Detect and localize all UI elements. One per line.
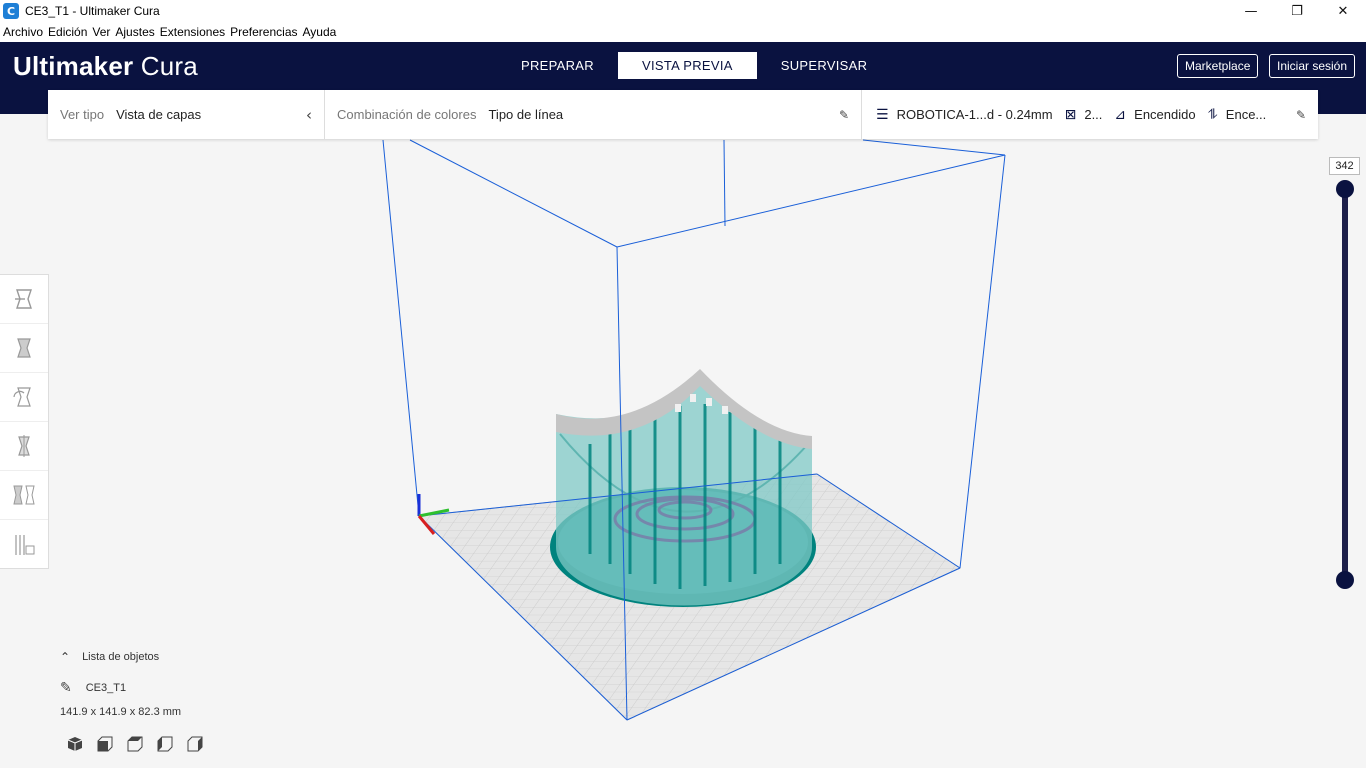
view-toolbar: Ver tipo Vista de capas ‹ Combinación de… — [48, 90, 1318, 139]
mirror-tool[interactable] — [0, 422, 48, 471]
color-scheme-selector[interactable]: Combinación de colores Tipo de línea ✎ — [325, 90, 862, 139]
print-settings-summary[interactable]: ☰ ROBOTICA-1...d - 0.24mm ⊠ 2... ⊿ Encen… — [862, 90, 1318, 139]
menu-ayuda[interactable]: Ayuda — [303, 25, 337, 39]
support-blocker-icon — [15, 534, 35, 555]
view-type-value: Vista de capas — [116, 107, 202, 122]
rotate-icon — [13, 387, 31, 407]
color-scheme-label: Combinación de colores — [337, 107, 477, 122]
tab-vista-previa[interactable]: VISTA PREVIA — [617, 52, 757, 79]
view-top-button[interactable] — [120, 734, 150, 754]
edit-settings-pencil-icon[interactable]: ✎ — [1296, 108, 1306, 122]
layer-slider-bottom-handle[interactable] — [1336, 571, 1354, 589]
marketplace-button[interactable]: Marketplace — [1177, 54, 1259, 78]
3d-viewport[interactable] — [0, 114, 1366, 768]
signin-button[interactable]: Iniciar sesión — [1269, 54, 1356, 78]
support-item: ⊿ Encendido — [1114, 107, 1195, 123]
adhesion-item: ⥮ Ence... — [1208, 107, 1267, 123]
chevron-left-icon[interactable]: ‹ — [306, 106, 312, 124]
cube-front-icon — [97, 736, 113, 752]
rotate-tool[interactable] — [0, 373, 48, 422]
object-name: CE3_T1 — [85, 682, 127, 694]
stage-tabs: PREPARAR VISTA PREVIA SUPERVISAR — [497, 52, 891, 79]
support-icon: ⊿ — [1114, 106, 1127, 123]
tab-supervisar[interactable]: SUPERVISAR — [757, 52, 892, 79]
infill-value: 2... — [1084, 107, 1103, 122]
per-model-settings-tool[interactable] — [0, 471, 48, 520]
pencil-icon: ✎ — [60, 680, 72, 696]
close-button[interactable]: ✕ — [1320, 0, 1366, 22]
move-tool[interactable] — [0, 275, 48, 324]
object-dimensions: 141.9 x 141.9 x 82.3 mm — [60, 706, 182, 718]
cube-right-icon — [187, 736, 203, 752]
cube-3d-icon — [67, 737, 83, 751]
restore-button[interactable]: ❐ — [1274, 0, 1320, 22]
object-list-header: Lista de objetos — [82, 651, 160, 663]
camera-view-buttons — [60, 734, 210, 754]
profile-name: ROBOTICA-1...d - 0.24mm — [896, 107, 1053, 122]
pencil-icon[interactable]: ✎ — [839, 108, 849, 122]
move-icon — [15, 289, 32, 309]
view-front-button[interactable] — [90, 734, 120, 754]
view-3d-button[interactable] — [60, 734, 90, 754]
menu-ver[interactable]: Ver — [92, 25, 110, 39]
view-right-button[interactable] — [180, 734, 210, 754]
view-type-selector[interactable]: Ver tipo Vista de capas ‹ — [48, 90, 325, 139]
object-list-panel: ⌃ Lista de objetos ✎ CE3_T1 141.9 x 141.… — [60, 650, 181, 718]
support-value: Encendido — [1134, 107, 1196, 122]
build-plate-scene[interactable] — [0, 114, 1366, 768]
cura-app-icon: C — [3, 3, 19, 19]
menu-bar: Archivo Edición Ver Ajustes Extensiones … — [0, 22, 1366, 42]
tab-preparar[interactable]: PREPARAR — [497, 52, 618, 79]
cube-left-icon — [157, 736, 173, 752]
left-tool-panel — [0, 274, 49, 569]
layer-slider-top-handle[interactable] — [1336, 180, 1354, 198]
infill-item: ⊠ 2... — [1065, 107, 1103, 123]
logo-bold: Ultimaker — [13, 51, 134, 81]
menu-archivo[interactable]: Archivo — [3, 25, 43, 39]
mirror-icon — [18, 435, 30, 457]
layer-number-badge[interactable]: 342 — [1329, 157, 1360, 175]
adhesion-icon: ⥮ — [1207, 106, 1218, 123]
support-blocker-tool[interactable] — [0, 520, 48, 569]
window-controls: — ❐ ✕ — [1228, 0, 1366, 22]
object-list-toggle[interactable]: ⌃ Lista de objetos — [60, 650, 181, 664]
object-name-row[interactable]: ✎ CE3_T1 — [60, 680, 181, 696]
profile-item: ☰ ROBOTICA-1...d - 0.24mm — [876, 107, 1053, 123]
ultimaker-cura-logo: Ultimaker Cura — [13, 51, 198, 82]
view-left-button[interactable] — [150, 734, 180, 754]
scale-tool[interactable] — [0, 324, 48, 373]
scale-icon — [17, 338, 31, 358]
window-title: CE3_T1 - Ultimaker Cura — [25, 4, 160, 18]
logo-light: Cura — [140, 51, 198, 81]
adhesion-value: Ence... — [1225, 107, 1267, 122]
profile-layers-icon: ☰ — [876, 106, 889, 123]
layer-slider-track[interactable] — [1342, 188, 1348, 580]
menu-edicion[interactable]: Edición — [48, 25, 87, 39]
color-scheme-value: Tipo de línea — [488, 107, 564, 122]
infill-icon: ⊠ — [1064, 106, 1077, 123]
cube-top-icon — [127, 736, 143, 752]
view-type-label: Ver tipo — [60, 107, 105, 122]
menu-ajustes[interactable]: Ajustes — [115, 25, 154, 39]
chevron-up-icon: ⌃ — [60, 650, 71, 664]
minimize-button[interactable]: — — [1228, 0, 1274, 22]
menu-extensiones[interactable]: Extensiones — [160, 25, 225, 39]
menu-preferencias[interactable]: Preferencias — [230, 25, 297, 39]
window-titlebar: C CE3_T1 - Ultimaker Cura — ❐ ✕ — [0, 0, 1366, 22]
per-model-settings-icon — [13, 485, 35, 505]
